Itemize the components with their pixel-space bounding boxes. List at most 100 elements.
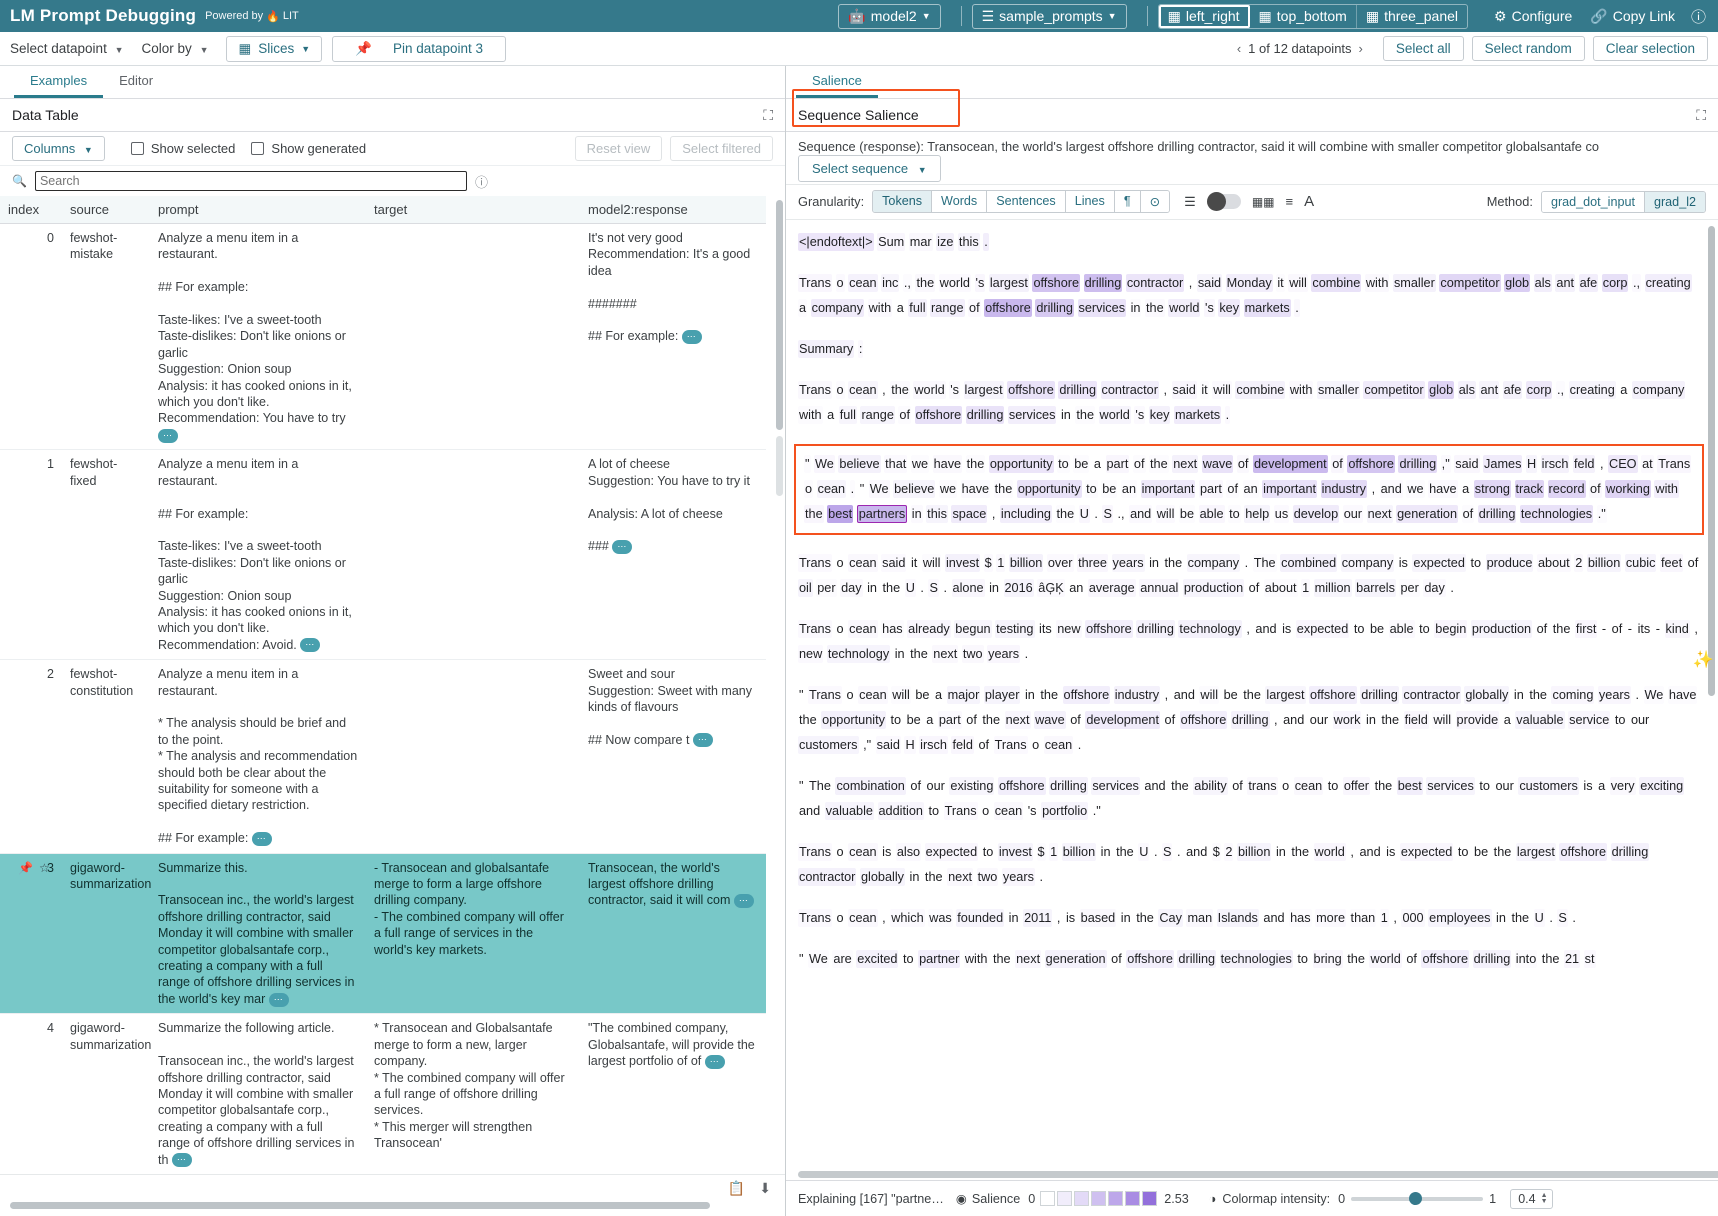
salience-token[interactable]: Sum	[877, 233, 905, 251]
salience-token[interactable]: âĢĶ	[1037, 579, 1064, 597]
salience-token[interactable]: ,"	[1441, 455, 1451, 473]
granularity-option-paragraph[interactable]: ¶	[1115, 191, 1141, 212]
layout-button-top-bottom[interactable]: ▦ top_bottom	[1250, 5, 1357, 28]
salience-token[interactable]: cean	[817, 480, 847, 498]
salience-token[interactable]: the	[909, 645, 929, 663]
salience-token[interactable]: ,	[881, 909, 887, 927]
salience-token[interactable]: the	[1510, 909, 1530, 927]
salience-token[interactable]: James	[1483, 455, 1522, 473]
salience-token[interactable]: and	[798, 802, 821, 820]
salience-token[interactable]: be	[914, 686, 930, 704]
salience-token[interactable]: said	[1454, 455, 1479, 473]
salience-token[interactable]: over	[1047, 554, 1074, 572]
expand-cell-button[interactable]: ⋯	[705, 1055, 725, 1069]
salience-token[interactable]: based	[1080, 909, 1117, 927]
salience-token[interactable]: important	[1141, 480, 1196, 498]
salience-token[interactable]: founded	[956, 909, 1004, 927]
salience-token[interactable]: the	[1115, 843, 1135, 861]
salience-token[interactable]: competitor	[1439, 274, 1500, 292]
salience-token[interactable]: service	[1568, 711, 1610, 729]
pin-datapoint-button[interactable]: 📌 Pin datapoint 3	[332, 36, 506, 62]
salience-token[interactable]: 2	[1574, 554, 1583, 572]
salience-token[interactable]: drilling	[1478, 505, 1517, 523]
salience-token[interactable]: largest	[1265, 686, 1305, 704]
salience-token[interactable]: .,	[1632, 274, 1641, 292]
salience-token[interactable]: the	[994, 480, 1014, 498]
salience-token[interactable]: "	[798, 686, 805, 704]
salience-token[interactable]: produce	[1486, 554, 1534, 572]
salience-token[interactable]: ,	[1056, 909, 1062, 927]
salience-token[interactable]: offshore	[1180, 711, 1228, 729]
salience-token[interactable]: the	[966, 455, 986, 473]
salience-token[interactable]: Trans	[798, 909, 832, 927]
salience-token[interactable]: drilling	[1398, 455, 1437, 473]
salience-token[interactable]: 's	[949, 381, 960, 399]
salience-token[interactable]: ,	[1371, 480, 1377, 498]
salience-token[interactable]: largest	[989, 274, 1029, 292]
salience-token[interactable]: .	[919, 579, 925, 597]
salience-token[interactable]: best	[1397, 777, 1423, 795]
salience-token[interactable]: creating	[1569, 381, 1616, 399]
slices-button[interactable]: ▦ Slices ▼	[226, 36, 322, 62]
salience-token[interactable]: .	[1176, 843, 1182, 861]
column-header-source[interactable]: source	[62, 196, 150, 224]
expand-icon[interactable]: ⛶	[1696, 107, 1706, 124]
granularity-option-lines[interactable]: Lines	[1066, 191, 1115, 212]
salience-token[interactable]: Trans	[798, 620, 832, 638]
salience-token[interactable]: glob	[1428, 381, 1454, 399]
salience-token[interactable]: the	[1163, 554, 1183, 572]
data-table-scroll-area[interactable]: index source prompt target model2:respon…	[0, 196, 785, 1174]
salience-token[interactable]: and	[1129, 505, 1152, 523]
expand-cell-button[interactable]: ⋯	[252, 832, 272, 846]
salience-token[interactable]: "	[798, 950, 805, 968]
salience-token[interactable]: able	[1389, 620, 1415, 638]
salience-token[interactable]: "	[804, 455, 811, 473]
salience-token[interactable]: in	[1100, 843, 1112, 861]
salience-token[interactable]: S	[1162, 843, 1172, 861]
salience-token[interactable]: with	[868, 299, 893, 317]
salience-token[interactable]: begun	[954, 620, 991, 638]
salience-token[interactable]: to	[1327, 777, 1340, 795]
salience-token[interactable]: creating	[1645, 274, 1692, 292]
salience-token[interactable]: world	[1314, 843, 1346, 861]
colormap-slider[interactable]: 0 1	[1338, 1192, 1496, 1206]
salience-token[interactable]: We	[869, 480, 890, 498]
salience-token[interactable]: .	[850, 480, 856, 498]
salience-token[interactable]: feet	[1660, 554, 1683, 572]
salience-token[interactable]: ,	[1599, 455, 1605, 473]
salience-token[interactable]: including	[1000, 505, 1052, 523]
salience-token[interactable]: U	[1534, 909, 1545, 927]
salience-token[interactable]: years	[1112, 554, 1145, 572]
salience-token[interactable]: -	[1601, 620, 1607, 638]
salience-token[interactable]: of	[1226, 480, 1239, 498]
salience-token[interactable]: offshore	[915, 406, 963, 424]
expand-cell-button[interactable]: ⋯	[269, 993, 289, 1007]
salience-token[interactable]: markets	[1244, 299, 1291, 317]
salience-token[interactable]: more	[1315, 909, 1346, 927]
salience-token[interactable]: S	[928, 579, 938, 597]
salience-token[interactable]: testing	[995, 620, 1034, 638]
salience-token[interactable]: als	[1534, 274, 1552, 292]
salience-token[interactable]: in	[1495, 909, 1507, 927]
salience-token[interactable]: the	[1528, 686, 1548, 704]
salience-token[interactable]: cean	[1044, 736, 1074, 754]
pin-icon[interactable]: 📌	[18, 860, 33, 876]
salience-token[interactable]: ."	[1092, 802, 1102, 820]
salience-token[interactable]: in	[1513, 686, 1525, 704]
salience-token[interactable]: We	[1644, 686, 1665, 704]
salience-token[interactable]: and	[1143, 777, 1166, 795]
salience-token[interactable]: in	[1024, 686, 1036, 704]
salience-token[interactable]: ize	[936, 233, 954, 251]
salience-token[interactable]: with	[964, 950, 989, 968]
salience-token[interactable]: next	[947, 868, 973, 886]
salience-token[interactable]: in	[909, 868, 921, 886]
salience-token[interactable]: already	[907, 620, 951, 638]
salience-token[interactable]: be	[1223, 686, 1239, 704]
salience-token[interactable]: offshore	[1032, 274, 1080, 292]
salience-token[interactable]: of	[1405, 950, 1418, 968]
salience-token[interactable]: drilling	[1177, 950, 1216, 968]
layout-button-three-panel[interactable]: ▦ three_panel	[1357, 5, 1467, 28]
salience-token[interactable]: the	[1374, 777, 1394, 795]
salience-token[interactable]: of	[1611, 620, 1624, 638]
salience-token[interactable]: ,	[1188, 274, 1194, 292]
